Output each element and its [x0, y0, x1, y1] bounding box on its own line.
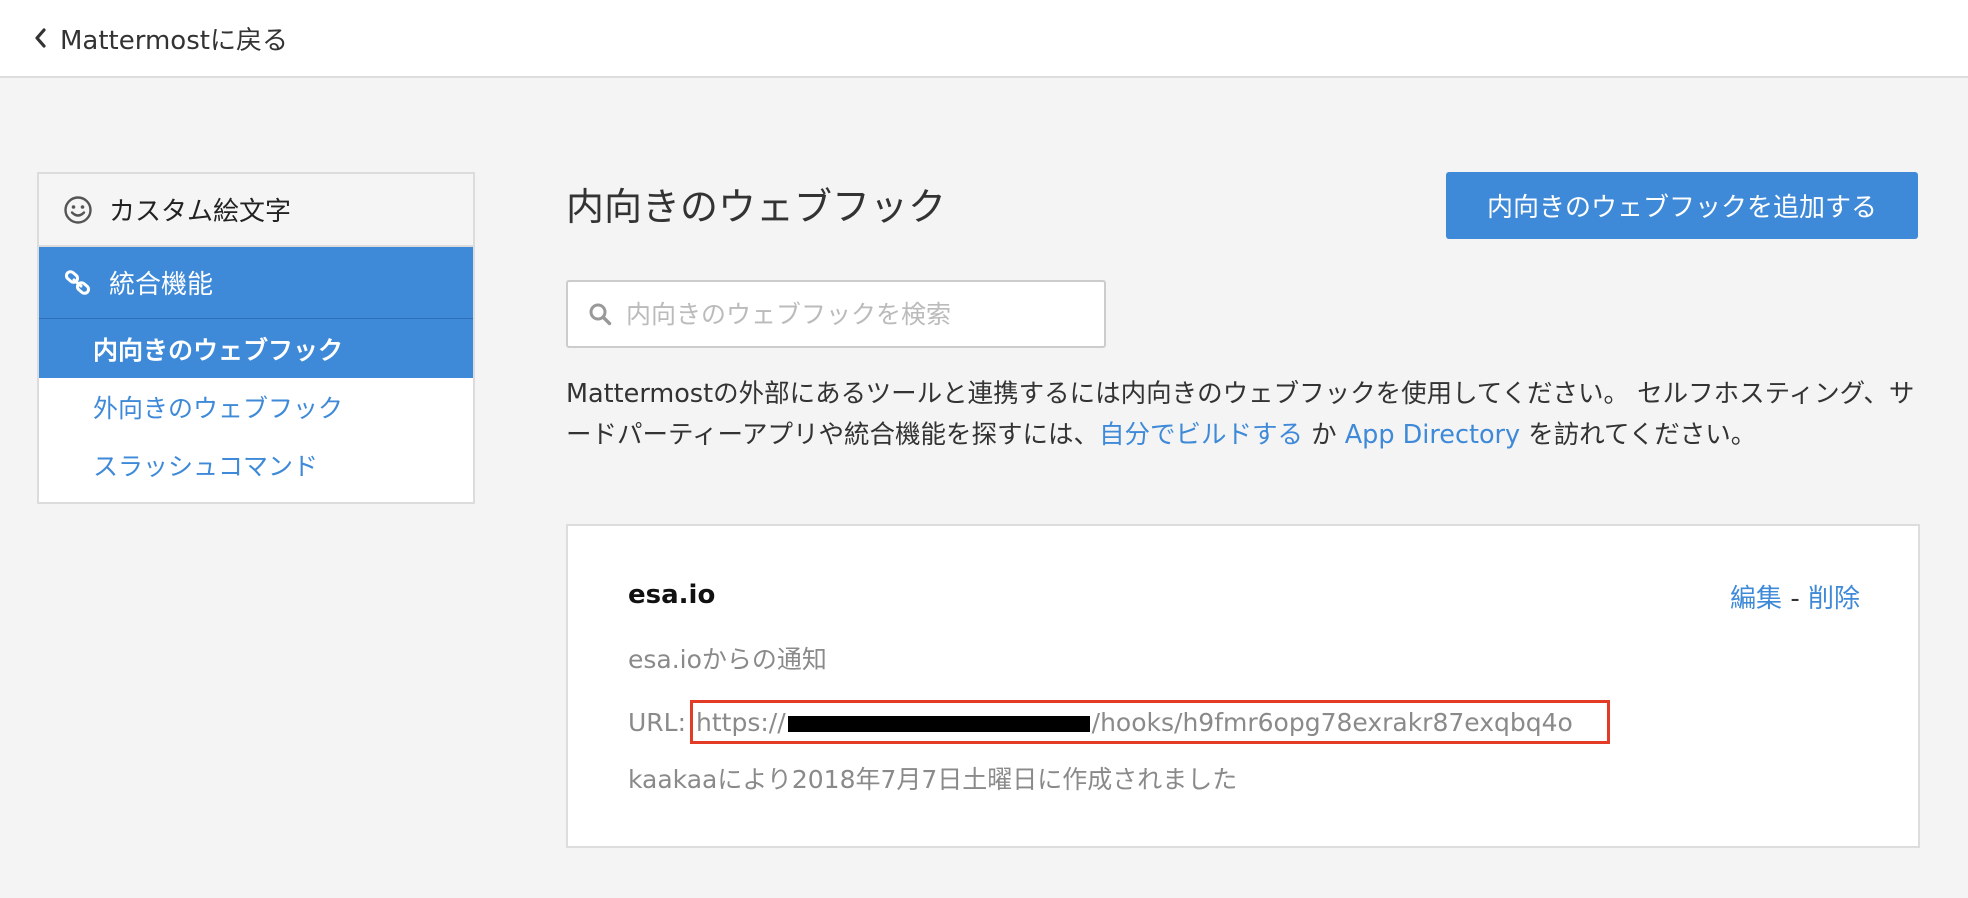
webhook-actions: 編集 - 削除 — [1730, 578, 1860, 615]
sidebar-item-incoming-webhooks[interactable]: 内向きのウェブフック — [39, 319, 473, 378]
search-icon — [588, 302, 612, 326]
delete-link[interactable]: 削除 — [1808, 584, 1860, 614]
page-title: 内向きのウェブフック — [566, 185, 947, 229]
search-input[interactable] — [626, 299, 1066, 329]
back-link-label: Mattermostに戻る — [60, 25, 288, 56]
integrations-sidebar: カスタム絵文字 統合機能 内向きのウェブフック 外向きのウェブフック スラッシュ… — [37, 172, 475, 504]
chevron-left-icon — [35, 28, 46, 48]
add-incoming-webhook-button[interactable]: 内向きのウェブフックを追加する — [1446, 172, 1918, 239]
sidebar-item-label: 外向きのウェブフック — [93, 394, 344, 423]
link-icon — [63, 268, 93, 298]
app-directory-link[interactable]: App Directory — [1345, 420, 1520, 450]
webhook-created-info: kaakaaにより2018年7月7日土曜日に作成されました — [628, 765, 1238, 794]
webhook-name: esa.io — [628, 580, 716, 610]
smiley-icon — [63, 195, 93, 225]
sidebar-item-label: スラッシュコマンド — [93, 452, 319, 481]
webhook-url-row: URL: https:// /hooks/h9fmr6opg78exrakr87… — [628, 700, 1611, 744]
edit-link[interactable]: 編集 — [1730, 584, 1782, 614]
sidebar-item-outgoing-webhooks[interactable]: 外向きのウェブフック — [39, 378, 473, 436]
redaction-bar — [787, 716, 1090, 732]
integrations-submenu: 内向きのウェブフック 外向きのウェブフック スラッシュコマンド — [39, 319, 473, 502]
url-suffix: /hooks/h9fmr6opg78exrakr87exqbq4o — [1091, 707, 1573, 737]
help-text-part-2: か — [1302, 420, 1345, 450]
action-separator: - — [1782, 584, 1808, 614]
webhook-description: esa.ioからの通知 — [628, 645, 827, 674]
top-bar: Mattermostに戻る — [0, 0, 1968, 78]
sidebar-item-label: 統合機能 — [109, 270, 214, 300]
url-prefix: https:// — [696, 707, 786, 737]
sidebar-item-label: 内向きのウェブフック — [93, 335, 344, 365]
build-your-own-link[interactable]: 自分でビルドする — [1099, 420, 1303, 450]
webhook-card: esa.io 編集 - 削除 esa.ioからの通知 URL: https://… — [566, 524, 1920, 848]
sidebar-item-integrations[interactable]: 統合機能 — [39, 247, 473, 319]
back-to-mattermost-link[interactable]: Mattermostに戻る — [34, 20, 288, 56]
help-text-part-3: を訪れてください。 — [1520, 420, 1757, 450]
url-label: URL: — [628, 707, 687, 737]
help-text: Mattermostの外部にあるツールと連携するには内向きのウェブフックを使用し… — [566, 374, 1920, 456]
search-box — [566, 280, 1106, 348]
sidebar-item-custom-emoji[interactable]: カスタム絵文字 — [39, 174, 473, 247]
sidebar-item-label: カスタム絵文字 — [109, 197, 292, 227]
sidebar-item-slash-commands[interactable]: スラッシュコマンド — [39, 436, 473, 494]
webhook-url-highlight[interactable]: https:// /hooks/h9fmr6opg78exrakr87exqbq… — [690, 700, 1611, 744]
